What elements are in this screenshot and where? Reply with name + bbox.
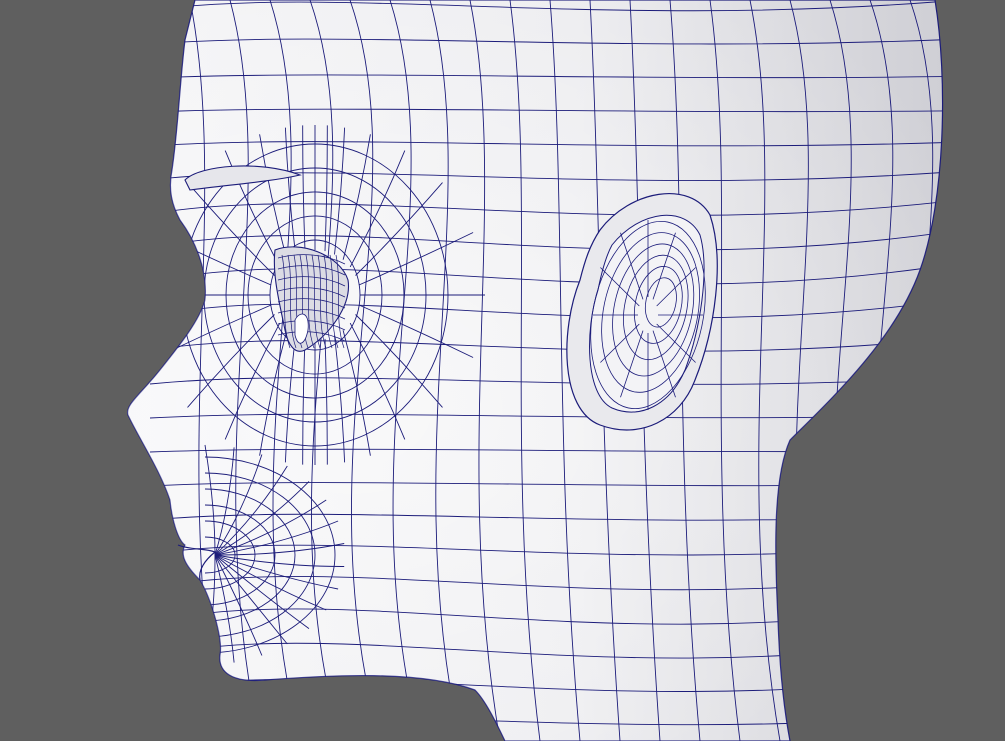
3d-viewport[interactable] (0, 0, 1005, 741)
viewport-canvas[interactable] (0, 0, 1005, 741)
